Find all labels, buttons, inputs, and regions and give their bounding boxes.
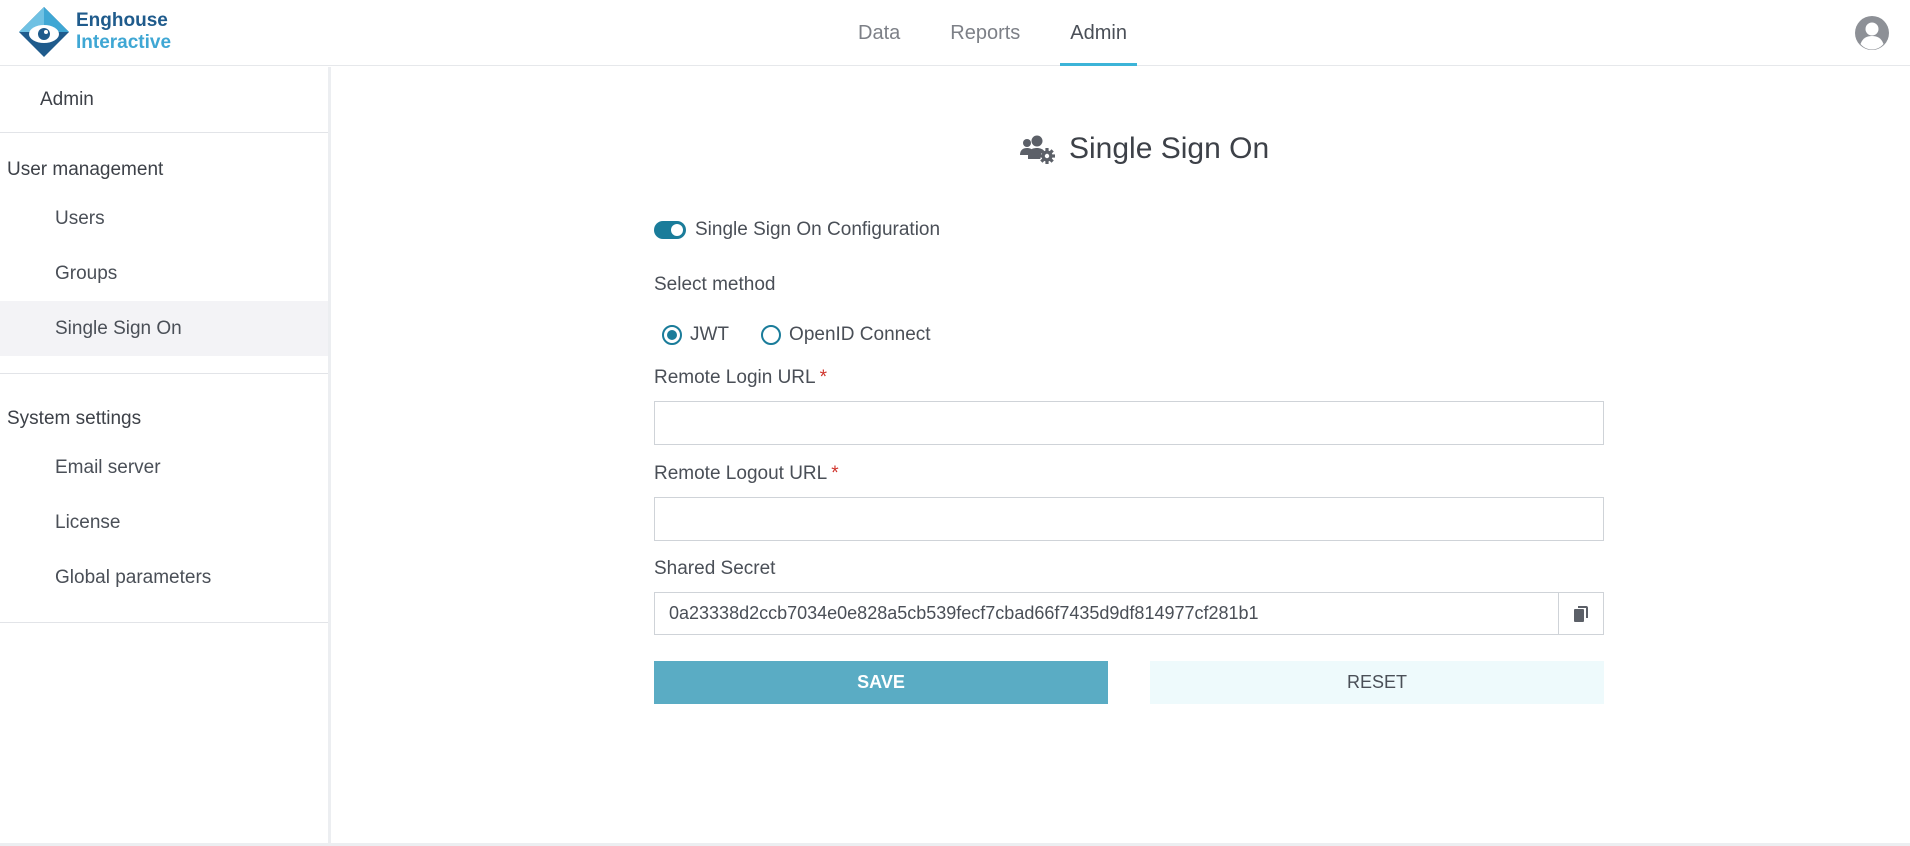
sidebar-item-groups[interactable]: Groups <box>0 246 328 301</box>
radio-option-jwt[interactable]: JWT <box>662 324 729 346</box>
sidebar-item-email-server[interactable]: Email server <box>0 440 328 495</box>
remote-login-url-label-text: Remote Login URL <box>654 367 816 388</box>
remote-logout-url-label: Remote Logout URL * <box>654 463 839 485</box>
brand-name: Enghouse Interactive <box>76 10 171 54</box>
page-title: Single Sign On <box>1019 129 1269 169</box>
radio-jwt[interactable] <box>662 325 682 345</box>
brand-name-line2: Interactive <box>76 32 172 53</box>
main-nav: Data Reports Admin <box>848 0 1167 66</box>
shared-secret-label: Shared Secret <box>654 558 776 579</box>
toggle-knob <box>671 224 683 236</box>
enghouse-logo-icon <box>19 7 69 57</box>
top-bar: Enghouse Interactive Data Reports Admin <box>0 0 1910 66</box>
tab-data[interactable]: Data <box>848 0 910 66</box>
required-mark: * <box>831 463 839 484</box>
sidebar-item-single-sign-on[interactable]: Single Sign On <box>0 301 328 356</box>
remote-login-url-input[interactable] <box>654 401 1604 445</box>
sidebar-item-license[interactable]: License <box>0 495 328 550</box>
remote-login-url-label: Remote Login URL * <box>654 367 827 389</box>
sidebar-item-users[interactable]: Users <box>0 191 328 246</box>
tab-reports[interactable]: Reports <box>940 0 1030 66</box>
brand-logo[interactable]: Enghouse Interactive <box>18 6 171 58</box>
sidebar-section-user-management: User management Users Groups Single Sign… <box>0 133 328 374</box>
sso-config-toggle-row[interactable]: Single Sign On Configuration <box>654 219 940 241</box>
copy-secret-button[interactable] <box>1558 592 1604 635</box>
sidebar: Admin User management Users Groups Singl… <box>0 67 331 846</box>
sidebar-section-system-settings: System settings Email server License Glo… <box>0 374 328 623</box>
reset-button[interactable]: RESET <box>1150 661 1604 704</box>
brand-name-line1: Enghouse <box>76 10 168 31</box>
radio-jwt-label: JWT <box>690 324 730 345</box>
select-method-label: Select method <box>654 274 776 295</box>
sidebar-heading-system-settings: System settings <box>7 408 142 429</box>
remote-logout-url-input[interactable] <box>654 497 1604 541</box>
sidebar-heading-user-management: User management <box>7 159 164 180</box>
sidebar-item-global-parameters[interactable]: Global parameters <box>0 550 328 605</box>
sso-config-toggle[interactable] <box>654 221 686 239</box>
sso-config-toggle-label: Single Sign On Configuration <box>695 219 941 240</box>
shared-secret-input[interactable] <box>654 592 1558 635</box>
required-mark: * <box>819 367 827 388</box>
radio-option-openid-connect[interactable]: OpenID Connect <box>761 324 931 346</box>
user-circle-icon[interactable] <box>1854 15 1890 51</box>
remote-logout-url-label-text: Remote Logout URL <box>654 463 828 484</box>
radio-openid-connect-label: OpenID Connect <box>789 324 931 345</box>
shared-secret-field <box>654 592 1604 635</box>
main-content: Single Sign On Single Sign On Configurat… <box>331 67 1910 846</box>
sidebar-title: Admin <box>0 67 328 133</box>
copy-icon <box>1574 605 1588 622</box>
users-gear-icon <box>1020 135 1055 164</box>
tab-admin[interactable]: Admin <box>1060 0 1137 66</box>
method-radio-group: JWT OpenID Connect <box>662 324 963 346</box>
page-title-text: Single Sign On <box>1069 132 1270 165</box>
radio-openid-connect[interactable] <box>761 325 782 345</box>
save-button[interactable]: SAVE <box>654 661 1108 704</box>
